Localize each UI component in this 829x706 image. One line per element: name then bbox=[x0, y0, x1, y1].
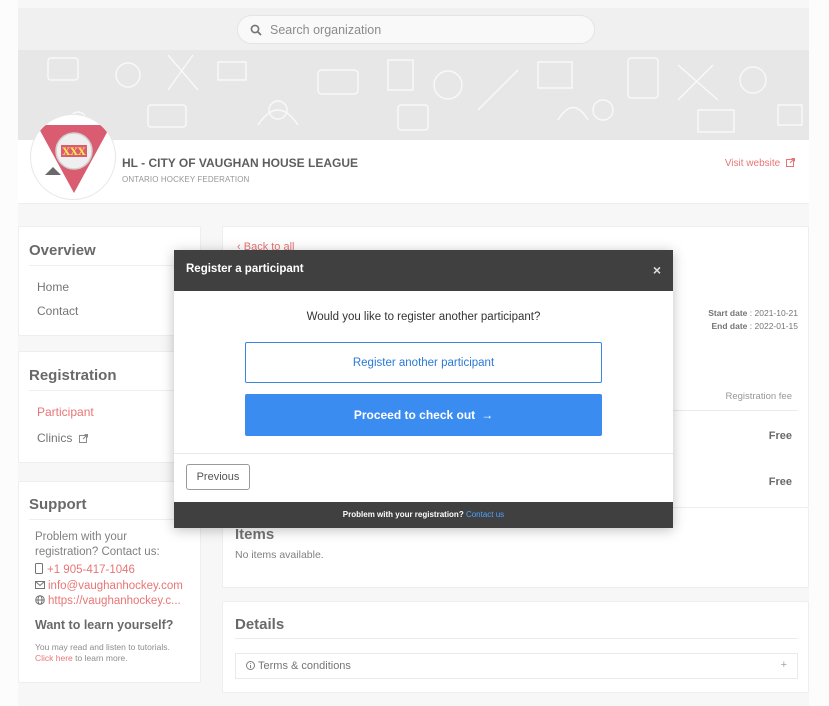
modal-divider bbox=[174, 453, 673, 454]
close-icon[interactable]: × bbox=[653, 262, 661, 278]
modal-footer: Problem with your registration? Contact … bbox=[174, 502, 673, 528]
proceed-checkout-label: Proceed to check out bbox=[353, 408, 476, 422]
modal-question: Would you like to register another parti… bbox=[306, 311, 541, 323]
register-participant-modal: Register a participant × Would you like … bbox=[174, 250, 673, 528]
previous-button[interactable]: Previous bbox=[186, 464, 250, 490]
modal-title: Register a participant bbox=[186, 263, 304, 275]
modal-footer-text: Problem with your registration? bbox=[342, 510, 464, 519]
modal-header: Register a participant × bbox=[174, 250, 673, 291]
proceed-checkout-button[interactable]: Proceed to check out → bbox=[245, 394, 602, 436]
contact-us-link[interactable]: Contact us bbox=[466, 510, 504, 519]
arrow-right-icon: → bbox=[481, 408, 494, 422]
register-another-button[interactable]: Register another participant bbox=[245, 342, 602, 383]
